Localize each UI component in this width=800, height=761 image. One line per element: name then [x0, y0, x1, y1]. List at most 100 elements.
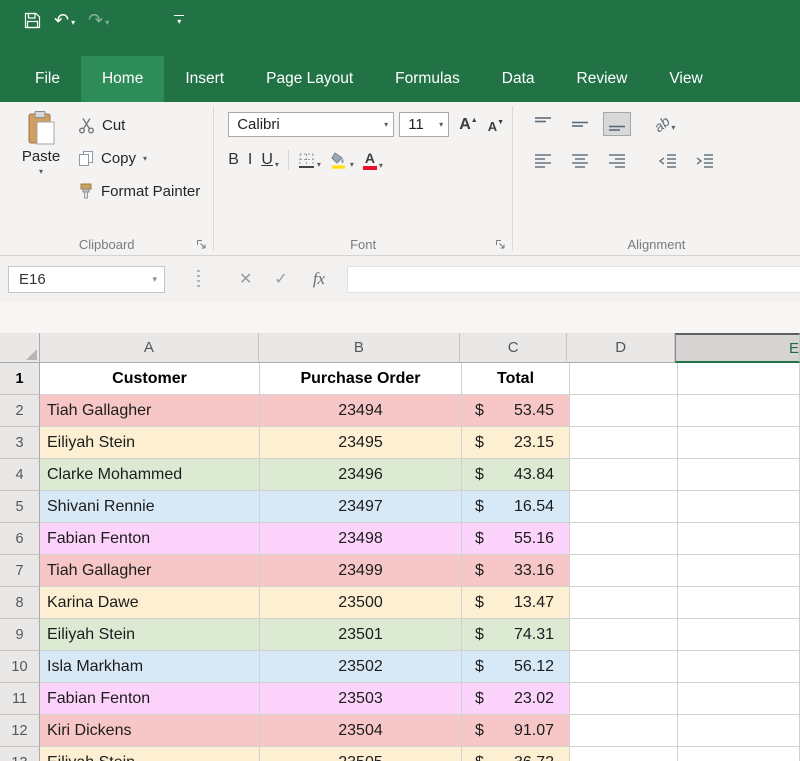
row-header[interactable]: 9 — [0, 619, 40, 651]
cell-customer[interactable]: Tiah Gallagher — [40, 555, 260, 587]
bold-button[interactable]: B — [228, 151, 239, 169]
cell-empty[interactable] — [678, 715, 800, 747]
row-header[interactable]: 4 — [0, 459, 40, 491]
tab-data[interactable]: Data — [481, 56, 556, 102]
increase-indent-button[interactable] — [691, 149, 719, 173]
cell-empty[interactable] — [678, 747, 800, 761]
cell-total[interactable]: $91.07 — [462, 715, 570, 747]
underline-button[interactable]: U ▾ — [261, 151, 279, 169]
row-header[interactable]: 12 — [0, 715, 40, 747]
tab-view[interactable]: View — [648, 56, 723, 102]
row-header[interactable]: 1 — [0, 363, 40, 395]
cell-customer[interactable]: Clarke Mohammed — [40, 459, 260, 491]
cell-purchase-order[interactable]: 23501 — [260, 619, 462, 651]
cell-total[interactable]: $23.02 — [462, 683, 570, 715]
font-color-button[interactable]: A ▾ — [363, 151, 383, 170]
cell-total[interactable]: $43.84 — [462, 459, 570, 491]
cell-empty[interactable] — [678, 587, 800, 619]
cell-empty[interactable] — [678, 427, 800, 459]
cell-total[interactable]: $23.15 — [462, 427, 570, 459]
cell-empty[interactable] — [570, 651, 678, 683]
cell-empty[interactable] — [570, 555, 678, 587]
tab-file[interactable]: File — [14, 56, 81, 102]
cell-customer[interactable]: Eiliyah Stein — [40, 619, 260, 651]
cell-purchase-order[interactable]: 23503 — [260, 683, 462, 715]
column-header-c[interactable]: C — [460, 333, 568, 363]
cell-empty[interactable] — [570, 683, 678, 715]
borders-button[interactable]: ▾ — [298, 152, 321, 169]
cell-total[interactable]: $55.16 — [462, 523, 570, 555]
cell-total[interactable]: $74.31 — [462, 619, 570, 651]
save-button[interactable] — [24, 12, 41, 29]
bottom-align-button[interactable] — [603, 112, 631, 136]
cell-empty[interactable] — [570, 619, 678, 651]
row-header[interactable]: 3 — [0, 427, 40, 459]
underline-caret-icon[interactable]: ▾ — [275, 160, 279, 169]
cell-purchase-order[interactable]: 23498 — [260, 523, 462, 555]
redo-button[interactable]: ↷ ▾ — [88, 11, 109, 29]
formula-bar-resize-handle[interactable] — [197, 270, 200, 288]
cell-customer[interactable]: Eiliyah Stein — [40, 747, 260, 761]
cell-total[interactable]: $16.54 — [462, 491, 570, 523]
cut-button[interactable]: Cut — [78, 114, 200, 137]
orientation-button[interactable]: ab ▾ — [654, 116, 676, 132]
header-cell-purchase-order[interactable]: Purchase Order — [260, 363, 462, 395]
cell-empty[interactable] — [678, 363, 800, 395]
cell-total[interactable]: $53.45 — [462, 395, 570, 427]
align-center-button[interactable] — [566, 149, 594, 173]
row-header[interactable]: 5 — [0, 491, 40, 523]
cell-customer[interactable]: Isla Markham — [40, 651, 260, 683]
cell-customer[interactable]: Kiri Dickens — [40, 715, 260, 747]
cell-empty[interactable] — [570, 491, 678, 523]
cell-empty[interactable] — [678, 619, 800, 651]
column-header-e[interactable]: E — [675, 333, 800, 363]
name-box-caret-icon[interactable]: ▾ — [152, 274, 157, 285]
format-painter-button[interactable]: Format Painter — [78, 180, 200, 203]
row-header[interactable]: 8 — [0, 587, 40, 619]
cancel-button[interactable]: ✕ — [239, 269, 252, 289]
paste-caret-icon[interactable]: ▾ — [39, 167, 43, 176]
font-size-combobox[interactable]: 11 ▾ — [399, 112, 449, 137]
tab-home[interactable]: Home — [81, 56, 164, 102]
cell-purchase-order[interactable]: 23497 — [260, 491, 462, 523]
font-name-caret-icon[interactable]: ▾ — [384, 120, 388, 129]
column-header-b[interactable]: B — [259, 333, 460, 363]
borders-caret-icon[interactable]: ▾ — [317, 160, 321, 169]
cell-purchase-order[interactable]: 23494 — [260, 395, 462, 427]
cell-total[interactable]: $33.16 — [462, 555, 570, 587]
tab-insert[interactable]: Insert — [164, 56, 245, 102]
cell-empty[interactable] — [570, 363, 678, 395]
cell-empty[interactable] — [678, 491, 800, 523]
font-name-combobox[interactable]: Calibri ▾ — [228, 112, 394, 137]
cell-empty[interactable] — [570, 427, 678, 459]
cell-empty[interactable] — [570, 523, 678, 555]
cell-empty[interactable] — [678, 459, 800, 491]
row-header[interactable]: 6 — [0, 523, 40, 555]
decrease-indent-button[interactable] — [654, 149, 682, 173]
column-header-d[interactable]: D — [567, 333, 675, 363]
cell-customer[interactable]: Eiliyah Stein — [40, 427, 260, 459]
cell-empty[interactable] — [678, 683, 800, 715]
cell-total[interactable]: $36.72 — [462, 747, 570, 761]
cell-empty[interactable] — [570, 395, 678, 427]
cell-purchase-order[interactable]: 23502 — [260, 651, 462, 683]
row-header[interactable]: 10 — [0, 651, 40, 683]
cell-empty[interactable] — [678, 555, 800, 587]
cell-empty[interactable] — [570, 747, 678, 761]
tab-review[interactable]: Review — [556, 56, 649, 102]
cell-total[interactable]: $13.47 — [462, 587, 570, 619]
cell-empty[interactable] — [678, 523, 800, 555]
row-header[interactable]: 7 — [0, 555, 40, 587]
decrease-font-size-button[interactable]: A▼ — [488, 119, 504, 134]
cell-customer[interactable]: Fabian Fenton — [40, 683, 260, 715]
copy-caret-icon[interactable]: ▾ — [143, 154, 147, 163]
formula-input[interactable] — [347, 266, 800, 293]
fill-color-caret-icon[interactable]: ▾ — [350, 160, 354, 169]
align-right-button[interactable] — [603, 149, 631, 173]
tab-page-layout[interactable]: Page Layout — [245, 56, 374, 102]
tab-formulas[interactable]: Formulas — [374, 56, 481, 102]
cell-purchase-order[interactable]: 23499 — [260, 555, 462, 587]
column-header-a[interactable]: A — [40, 333, 259, 363]
clipboard-dialog-launcher-icon[interactable] — [196, 237, 208, 249]
cell-empty[interactable] — [678, 395, 800, 427]
